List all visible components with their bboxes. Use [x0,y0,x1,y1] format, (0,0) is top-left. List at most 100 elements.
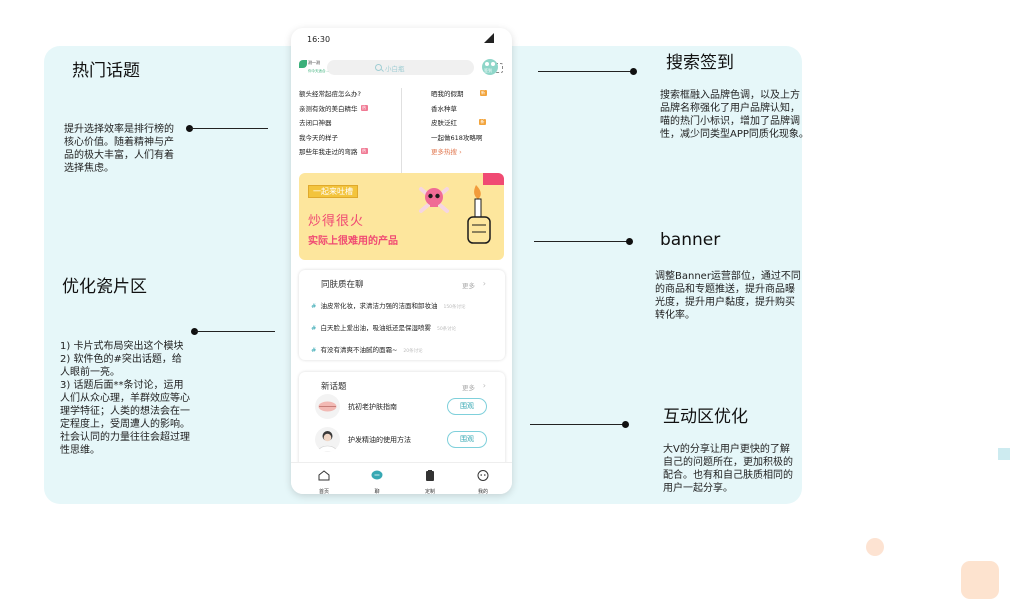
topic-text: 一起做618攻略啊 [431,133,483,142]
tab-chat[interactable]: 聊 [362,466,392,494]
banner-title: 炒得很火 [308,214,365,229]
person-icon [317,431,338,452]
lips-avatar [315,394,340,419]
hand-candle-icon [467,185,491,244]
annotation-title: 优化瓷片区 [62,277,147,297]
topic-text: 那些年我走过的弯路 [299,148,358,157]
decorative-rounded-square [961,561,999,599]
more-hot-label: 更多热搜 › [431,148,462,157]
list-item[interactable]: 亲测有效的美白精华热 [299,101,397,116]
leader-line [534,241,628,242]
search-input[interactable]: 小白瓶 [327,60,503,75]
banner-subtitle: 实际上很难用的产品 [308,236,398,247]
tab-label: 聊 [374,489,380,494]
hash-icon: # [311,324,317,332]
phone-mockup: 16:30 测一测 你今天适合... 小白瓶 签到 额头经常起痘怎么办? 亲测有… [291,28,512,494]
decorative-square [998,448,1010,460]
leader-line [530,424,626,425]
topic-text: 晒我的假期 [431,90,464,99]
leader-line [190,128,268,129]
checkin-button[interactable]: 签到 [482,59,498,75]
hot-topics-right: 晒我的假期新 香水种草 皮肤泛红新 一起做618攻略啊 更多热搜 › [431,86,501,159]
new-topic-title: 护发精油的使用方法 [348,436,411,444]
brand-logo[interactable]: 测一测 你今天适合... [299,58,329,78]
divider [401,88,402,180]
card-title: 同肤质在聊 [321,280,364,290]
hot-tag-icon: 热 [360,104,368,111]
list-item[interactable]: 护发精油的使用方法 围观 [315,427,495,453]
watch-button[interactable]: 围观 [447,431,487,448]
talk-text: 油皮常化妆，求清洁力强的洁面和卸妆油 [320,302,438,310]
annotation-hot-topics-body: 提升选择效率是排行榜的 核心价值。随着精神与产 品的极大丰富，人们有着 选择焦虑… [64,124,174,174]
hash-icon: # [311,302,317,310]
list-item[interactable]: 去闭口神器 [299,115,397,130]
leader-line [538,71,632,72]
list-item[interactable]: 那些年我走过的弯路热 [299,144,397,159]
banner-label: 一起来吐槽 [308,185,358,198]
topic-text: 香水种草 [431,104,457,113]
more-link[interactable]: 更多 [462,280,475,290]
user-avatar [315,427,340,452]
list-item[interactable]: 一起做618攻略啊 [431,130,501,145]
topic-text: 我今天的样子 [299,133,338,142]
talk-text: 白天脸上爱出油，吸油纸还是保湿喷雾 [320,324,431,332]
status-time: 16:30 [307,35,331,44]
decorative-circle [866,538,884,556]
talk-count: 20条讨论 [403,349,423,354]
search-placeholder: 小白瓶 [385,65,405,73]
annotation-interaction: 互动区优化 [663,402,748,427]
topic-text: 去闭口神器 [299,119,332,128]
list-item[interactable]: 晒我的假期 新 [431,86,501,101]
annotation-title: 热门话题 [72,61,140,81]
list-item[interactable]: 皮肤泛红 新 [431,115,501,130]
new-topic-title: 抗初老护肤指南 [348,403,397,411]
list-item[interactable]: 额头经常起痘怎么办? [299,86,397,101]
tab-label: 我的 [477,489,488,494]
list-item[interactable]: # 油皮常化妆，求清洁力强的洁面和卸妆油 150条讨论 [311,300,466,310]
topic-text: 亲测有效的美白精华 [299,104,358,113]
hash-icon: # [311,346,317,354]
list-item[interactable]: # 白天脸上爱出油，吸油纸还是保湿喷雾 50条讨论 [311,322,456,332]
hot-tag-icon: 热 [360,148,368,155]
leader-dot [626,238,633,245]
more-link[interactable]: 更多 [462,382,475,392]
banner[interactable]: 一起来吐槽 炒得很火 实际上很难用的产品 [299,173,504,260]
top-bar: 测一测 你今天适合... 小白瓶 签到 [291,58,512,78]
tab-label: 定制 [424,489,435,494]
tab-label: 首页 [318,489,329,494]
chat-icon [371,470,383,480]
leaf-icon [299,60,307,68]
checkin-label: 签到 [484,68,492,73]
tab-custom[interactable]: 定制 [415,466,445,494]
watch-button[interactable]: 围观 [447,398,487,415]
brand-line1: 测一测 [308,60,320,65]
annotation-title: 搜索签到 [666,53,734,73]
annotation-title: banner [660,230,721,250]
list-item[interactable]: 香水种草 [431,101,501,116]
home-icon [318,470,330,481]
list-item[interactable]: 抗初老护肤指南 围观 [315,394,495,420]
list-item[interactable]: # 有没有清爽不油腻的面霜~ 20条讨论 [311,344,423,354]
list-item[interactable]: 我今天的样子 [299,130,397,145]
brand-line2: 你今天适合... [308,69,329,73]
annotation-banner: banner [660,230,720,250]
more-hot-link[interactable]: 更多热搜 › [431,144,501,159]
talk-count: 50条讨论 [436,327,457,332]
chevron-right-icon: › [482,381,486,390]
hot-topics-left: 额头经常起痘怎么办? 亲测有效的美白精华热 去闭口神器 我今天的样子 那些年我走… [299,86,397,159]
signal-icon [484,33,494,43]
leader-dot [630,68,637,75]
chevron-right-icon: › [482,279,486,288]
search-icon [375,64,382,71]
annotation-banner-body: 调整Banner运营部位，通过不同 的商品和专题推送，提升商品曝 光度，提升用户… [655,271,801,321]
eye-icon [485,62,489,66]
tab-home[interactable]: 首页 [309,466,339,494]
clipboard-icon [426,470,434,481]
lips-icon [318,401,337,412]
annotation-search-checkin: 搜索签到 [666,48,734,73]
talk-text: 有没有清爽不油腻的面霜~ [320,346,398,354]
annotation-card-zone-body: 1) 卡片式布局突出这个模块 2) 软件色的#突出话题，给 人眼前一亮。 3) … [60,341,190,456]
status-bar: 16:30 [291,28,512,50]
annotation-search-checkin-body: 搜索框融入品牌色调，以及上方 品牌名称强化了用户品牌认知， 喵的热门小标识，增加… [660,90,809,140]
tab-mine[interactable]: 我的 [468,466,498,494]
